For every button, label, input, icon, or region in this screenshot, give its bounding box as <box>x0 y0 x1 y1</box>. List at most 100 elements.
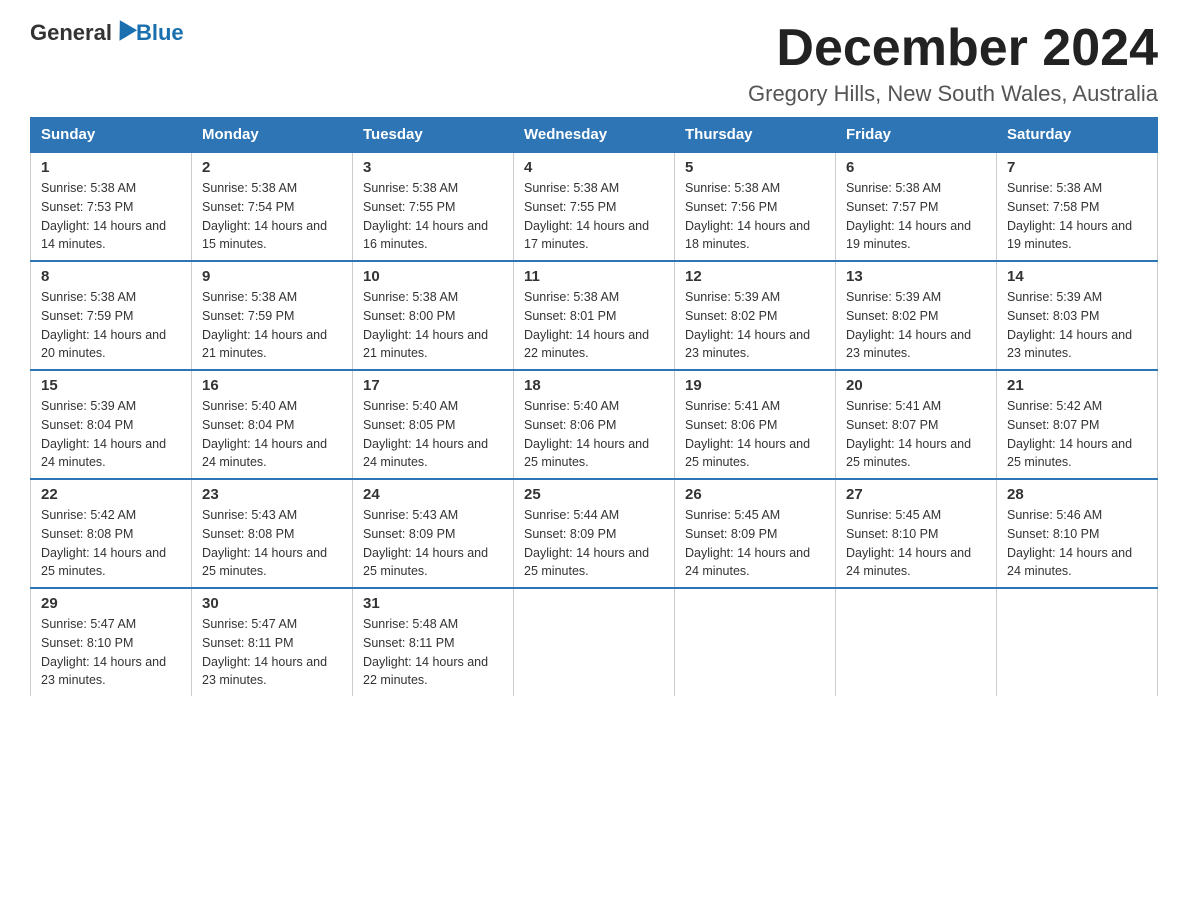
day-info: Sunrise: 5:38 AM Sunset: 7:59 PM Dayligh… <box>41 288 181 363</box>
header-friday: Friday <box>836 118 997 153</box>
calendar-table: Sunday Monday Tuesday Wednesday Thursday… <box>30 117 1158 696</box>
day-info: Sunrise: 5:38 AM Sunset: 7:58 PM Dayligh… <box>1007 179 1147 254</box>
day-info: Sunrise: 5:44 AM Sunset: 8:09 PM Dayligh… <box>524 506 664 581</box>
day-info: Sunrise: 5:38 AM Sunset: 7:53 PM Dayligh… <box>41 179 181 254</box>
day-number: 10 <box>363 268 503 285</box>
day-number: 23 <box>202 486 342 503</box>
day-cell-21: 21 Sunrise: 5:42 AM Sunset: 8:07 PM Dayl… <box>997 370 1158 479</box>
day-info: Sunrise: 5:43 AM Sunset: 8:09 PM Dayligh… <box>363 506 503 581</box>
day-info: Sunrise: 5:43 AM Sunset: 8:08 PM Dayligh… <box>202 506 342 581</box>
empty-cell <box>514 588 675 696</box>
day-info: Sunrise: 5:48 AM Sunset: 8:11 PM Dayligh… <box>363 615 503 690</box>
day-cell-6: 6 Sunrise: 5:38 AM Sunset: 7:57 PM Dayli… <box>836 152 997 261</box>
empty-cell <box>675 588 836 696</box>
day-info: Sunrise: 5:38 AM Sunset: 7:57 PM Dayligh… <box>846 179 986 254</box>
day-info: Sunrise: 5:38 AM Sunset: 8:01 PM Dayligh… <box>524 288 664 363</box>
day-info: Sunrise: 5:46 AM Sunset: 8:10 PM Dayligh… <box>1007 506 1147 581</box>
logo-triangle-icon <box>111 20 137 46</box>
day-number: 31 <box>363 595 503 612</box>
day-number: 2 <box>202 159 342 176</box>
day-cell-2: 2 Sunrise: 5:38 AM Sunset: 7:54 PM Dayli… <box>192 152 353 261</box>
day-info: Sunrise: 5:41 AM Sunset: 8:07 PM Dayligh… <box>846 397 986 472</box>
day-info: Sunrise: 5:39 AM Sunset: 8:04 PM Dayligh… <box>41 397 181 472</box>
day-info: Sunrise: 5:47 AM Sunset: 8:10 PM Dayligh… <box>41 615 181 690</box>
day-cell-7: 7 Sunrise: 5:38 AM Sunset: 7:58 PM Dayli… <box>997 152 1158 261</box>
day-info: Sunrise: 5:45 AM Sunset: 8:10 PM Dayligh… <box>846 506 986 581</box>
day-info: Sunrise: 5:47 AM Sunset: 8:11 PM Dayligh… <box>202 615 342 690</box>
day-cell-10: 10 Sunrise: 5:38 AM Sunset: 8:00 PM Dayl… <box>353 261 514 370</box>
header-sunday: Sunday <box>31 118 192 153</box>
day-cell-19: 19 Sunrise: 5:41 AM Sunset: 8:06 PM Dayl… <box>675 370 836 479</box>
day-info: Sunrise: 5:38 AM Sunset: 7:55 PM Dayligh… <box>363 179 503 254</box>
day-cell-8: 8 Sunrise: 5:38 AM Sunset: 7:59 PM Dayli… <box>31 261 192 370</box>
day-info: Sunrise: 5:41 AM Sunset: 8:06 PM Dayligh… <box>685 397 825 472</box>
day-cell-9: 9 Sunrise: 5:38 AM Sunset: 7:59 PM Dayli… <box>192 261 353 370</box>
header-tuesday: Tuesday <box>353 118 514 153</box>
day-number: 12 <box>685 268 825 285</box>
day-number: 6 <box>846 159 986 176</box>
calendar-week-2: 8 Sunrise: 5:38 AM Sunset: 7:59 PM Dayli… <box>31 261 1158 370</box>
day-info: Sunrise: 5:42 AM Sunset: 8:08 PM Dayligh… <box>41 506 181 581</box>
day-number: 18 <box>524 377 664 394</box>
day-info: Sunrise: 5:39 AM Sunset: 8:02 PM Dayligh… <box>846 288 986 363</box>
day-number: 17 <box>363 377 503 394</box>
day-number: 28 <box>1007 486 1147 503</box>
day-cell-28: 28 Sunrise: 5:46 AM Sunset: 8:10 PM Dayl… <box>997 479 1158 588</box>
day-cell-11: 11 Sunrise: 5:38 AM Sunset: 8:01 PM Dayl… <box>514 261 675 370</box>
calendar-week-1: 1 Sunrise: 5:38 AM Sunset: 7:53 PM Dayli… <box>31 152 1158 261</box>
day-number: 13 <box>846 268 986 285</box>
day-cell-30: 30 Sunrise: 5:47 AM Sunset: 8:11 PM Dayl… <box>192 588 353 696</box>
logo-blue-text: Blue <box>136 20 184 46</box>
day-info: Sunrise: 5:38 AM Sunset: 7:59 PM Dayligh… <box>202 288 342 363</box>
day-cell-22: 22 Sunrise: 5:42 AM Sunset: 8:08 PM Dayl… <box>31 479 192 588</box>
day-cell-3: 3 Sunrise: 5:38 AM Sunset: 7:55 PM Dayli… <box>353 152 514 261</box>
calendar-header-row: Sunday Monday Tuesday Wednesday Thursday… <box>31 118 1158 153</box>
day-info: Sunrise: 5:39 AM Sunset: 8:03 PM Dayligh… <box>1007 288 1147 363</box>
day-number: 19 <box>685 377 825 394</box>
day-number: 11 <box>524 268 664 285</box>
day-cell-17: 17 Sunrise: 5:40 AM Sunset: 8:05 PM Dayl… <box>353 370 514 479</box>
day-number: 24 <box>363 486 503 503</box>
day-info: Sunrise: 5:40 AM Sunset: 8:05 PM Dayligh… <box>363 397 503 472</box>
day-cell-13: 13 Sunrise: 5:39 AM Sunset: 8:02 PM Dayl… <box>836 261 997 370</box>
day-cell-26: 26 Sunrise: 5:45 AM Sunset: 8:09 PM Dayl… <box>675 479 836 588</box>
empty-cell <box>997 588 1158 696</box>
day-cell-5: 5 Sunrise: 5:38 AM Sunset: 7:56 PM Dayli… <box>675 152 836 261</box>
title-section: December 2024 Gregory Hills, New South W… <box>748 20 1158 107</box>
day-info: Sunrise: 5:38 AM Sunset: 7:55 PM Dayligh… <box>524 179 664 254</box>
day-cell-29: 29 Sunrise: 5:47 AM Sunset: 8:10 PM Dayl… <box>31 588 192 696</box>
day-number: 14 <box>1007 268 1147 285</box>
day-info: Sunrise: 5:40 AM Sunset: 8:04 PM Dayligh… <box>202 397 342 472</box>
calendar-week-3: 15 Sunrise: 5:39 AM Sunset: 8:04 PM Dayl… <box>31 370 1158 479</box>
day-cell-23: 23 Sunrise: 5:43 AM Sunset: 8:08 PM Dayl… <box>192 479 353 588</box>
day-cell-27: 27 Sunrise: 5:45 AM Sunset: 8:10 PM Dayl… <box>836 479 997 588</box>
day-info: Sunrise: 5:42 AM Sunset: 8:07 PM Dayligh… <box>1007 397 1147 472</box>
day-number: 7 <box>1007 159 1147 176</box>
day-cell-20: 20 Sunrise: 5:41 AM Sunset: 8:07 PM Dayl… <box>836 370 997 479</box>
calendar-week-4: 22 Sunrise: 5:42 AM Sunset: 8:08 PM Dayl… <box>31 479 1158 588</box>
logo: General Blue <box>30 20 184 46</box>
day-info: Sunrise: 5:38 AM Sunset: 7:54 PM Dayligh… <box>202 179 342 254</box>
day-info: Sunrise: 5:40 AM Sunset: 8:06 PM Dayligh… <box>524 397 664 472</box>
day-number: 27 <box>846 486 986 503</box>
day-cell-16: 16 Sunrise: 5:40 AM Sunset: 8:04 PM Dayl… <box>192 370 353 479</box>
day-cell-24: 24 Sunrise: 5:43 AM Sunset: 8:09 PM Dayl… <box>353 479 514 588</box>
day-cell-15: 15 Sunrise: 5:39 AM Sunset: 8:04 PM Dayl… <box>31 370 192 479</box>
page-header: General Blue December 2024 Gregory Hills… <box>30 20 1158 107</box>
logo-general-text: General <box>30 20 112 46</box>
month-title: December 2024 <box>748 20 1158 77</box>
header-monday: Monday <box>192 118 353 153</box>
day-cell-31: 31 Sunrise: 5:48 AM Sunset: 8:11 PM Dayl… <box>353 588 514 696</box>
day-number: 3 <box>363 159 503 176</box>
day-number: 30 <box>202 595 342 612</box>
day-number: 20 <box>846 377 986 394</box>
day-info: Sunrise: 5:38 AM Sunset: 8:00 PM Dayligh… <box>363 288 503 363</box>
day-number: 21 <box>1007 377 1147 394</box>
header-wednesday: Wednesday <box>514 118 675 153</box>
day-number: 25 <box>524 486 664 503</box>
day-number: 8 <box>41 268 181 285</box>
day-number: 5 <box>685 159 825 176</box>
day-cell-25: 25 Sunrise: 5:44 AM Sunset: 8:09 PM Dayl… <box>514 479 675 588</box>
day-info: Sunrise: 5:38 AM Sunset: 7:56 PM Dayligh… <box>685 179 825 254</box>
day-number: 9 <box>202 268 342 285</box>
